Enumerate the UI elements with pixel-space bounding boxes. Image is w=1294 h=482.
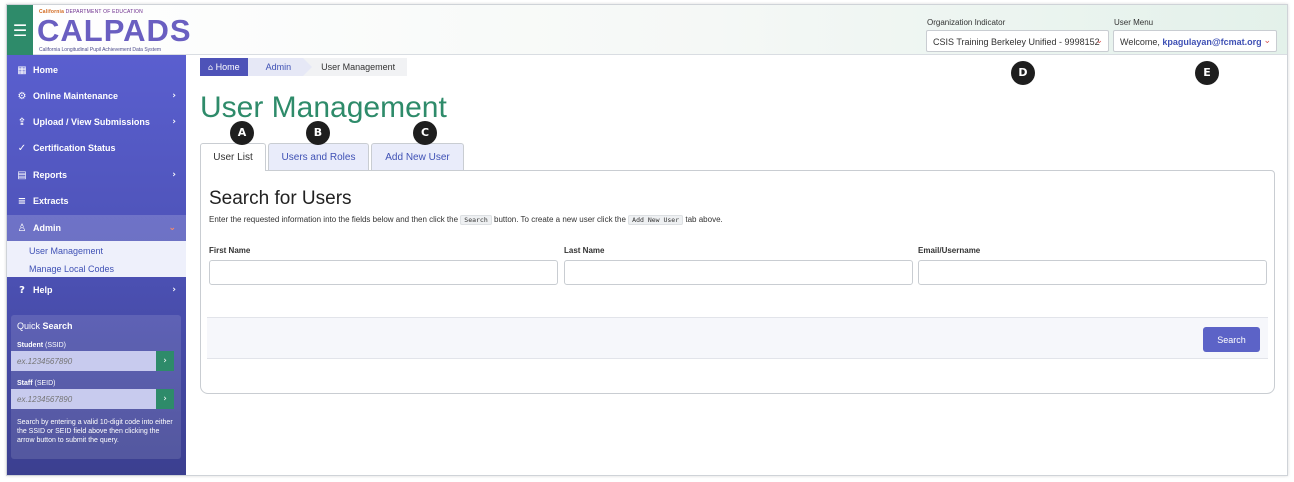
hamburger-menu-icon[interactable]: ☰ xyxy=(7,5,33,55)
tab-users-and-roles[interactable]: Users and Roles xyxy=(268,143,369,170)
help-icon: ? xyxy=(19,284,25,296)
chevron-down-icon: ⌄ xyxy=(1263,36,1271,46)
user-menu-select[interactable]: Welcome, kpagulayan@fcmat.org ⌄ xyxy=(1113,30,1277,52)
chevron-right-icon: › xyxy=(172,117,176,127)
sidebar-item-help[interactable]: ? Help › xyxy=(7,277,186,303)
search-button[interactable]: Search xyxy=(1203,327,1260,352)
calpads-logo[interactable]: California DEPARTMENT OF EDUCATION CALPA… xyxy=(37,9,191,53)
student-label: Student (SSID) xyxy=(17,342,67,349)
database-icon: ≡ xyxy=(17,195,27,207)
document-icon: ▤ xyxy=(17,169,27,181)
sidebar-item-reports[interactable]: ▤ Reports › xyxy=(7,162,186,188)
breadcrumb-admin[interactable]: Admin xyxy=(247,58,312,76)
app-window: ☰ California DEPARTMENT OF EDUCATION CAL… xyxy=(6,4,1288,476)
staff-seid-input[interactable] xyxy=(11,389,156,409)
breadcrumb: ⌂ Home Admin User Management xyxy=(200,58,408,76)
sidebar-item-certification[interactable]: ✓ Certification Status xyxy=(7,135,186,161)
email-username-label: Email/Username xyxy=(918,246,981,255)
submenu-manage-local-codes[interactable]: Manage Local Codes xyxy=(29,264,114,274)
staff-submit-arrow-icon[interactable]: › xyxy=(156,389,174,409)
chevron-right-icon: › xyxy=(172,91,176,101)
submenu-user-management[interactable]: User Management xyxy=(29,246,103,256)
tab-user-list[interactable]: User List xyxy=(200,143,266,171)
student-submit-arrow-icon[interactable]: › xyxy=(156,351,174,371)
sidebar-item-extracts[interactable]: ≡ Extracts xyxy=(7,188,186,214)
chevron-down-icon: ⌄ xyxy=(168,223,176,233)
callout-c: C xyxy=(413,121,437,145)
sidebar-item-home[interactable]: ▦ Home xyxy=(7,57,186,83)
last-name-input[interactable] xyxy=(564,260,913,285)
grid-icon: ▦ xyxy=(17,64,27,76)
last-name-label: Last Name xyxy=(564,246,605,255)
logo-word: CALPADS xyxy=(37,13,192,48)
sidebar: ▦ Home ⚙ Online Maintenance › ⇪ Upload /… xyxy=(7,55,186,475)
first-name-label: First Name xyxy=(209,246,251,255)
chevron-down-icon: ⌄ xyxy=(1095,36,1103,46)
staff-label: Staff (SEID) xyxy=(17,380,56,387)
user-icon: ♙ xyxy=(17,222,27,234)
gear-icon: ⚙ xyxy=(17,90,27,102)
org-indicator-label: Organization Indicator xyxy=(927,18,1006,27)
check-circle-icon: ✓ xyxy=(17,142,27,154)
first-name-input[interactable] xyxy=(209,260,558,285)
org-indicator-select[interactable]: CSIS Training Berkeley Unified - 9998152… xyxy=(926,30,1109,52)
user-menu-label: User Menu xyxy=(1114,18,1154,27)
upload-icon: ⇪ xyxy=(17,116,27,128)
quick-search-help: Search by entering a valid 10-digit code… xyxy=(17,419,173,444)
student-ssid-input[interactable] xyxy=(11,351,156,371)
callout-a: A xyxy=(230,121,254,145)
tab-add-new-user[interactable]: Add New User xyxy=(371,143,464,170)
callout-b: B xyxy=(306,121,330,145)
callout-d: D xyxy=(1011,61,1035,85)
sidebar-item-admin[interactable]: ♙ Admin ⌄ xyxy=(7,215,186,241)
top-header: ☰ California DEPARTMENT OF EDUCATION CAL… xyxy=(7,5,1287,55)
user-email: kpagulayan@fcmat.org xyxy=(1162,37,1262,47)
chevron-right-icon: › xyxy=(172,170,176,180)
page-title: User Management xyxy=(200,91,447,124)
search-panel: Search for Users Enter the requested inf… xyxy=(200,170,1275,394)
quick-search-panel: Quick Search Student (SSID) › Staff (SEI… xyxy=(11,315,181,459)
sidebar-item-online-maintenance[interactable]: ⚙ Online Maintenance › xyxy=(7,83,186,109)
admin-submenu: User Management Manage Local Codes xyxy=(7,241,186,277)
home-icon: ⌂ xyxy=(208,63,214,72)
panel-title: Search for Users xyxy=(209,188,352,209)
panel-description: Enter the requested information into the… xyxy=(209,215,723,225)
actions-bar: Search xyxy=(207,317,1268,359)
sidebar-item-upload[interactable]: ⇪ Upload / View Submissions › xyxy=(7,109,186,135)
callout-e: E xyxy=(1195,61,1219,85)
chevron-right-icon: › xyxy=(172,285,176,295)
breadcrumb-home[interactable]: ⌂ Home xyxy=(200,58,257,76)
breadcrumb-current: User Management xyxy=(303,58,408,76)
email-username-input[interactable] xyxy=(918,260,1267,285)
quick-search-title: Quick Search xyxy=(17,321,73,331)
logo-subtitle: California Longitudinal Pupil Achievemen… xyxy=(39,47,162,53)
